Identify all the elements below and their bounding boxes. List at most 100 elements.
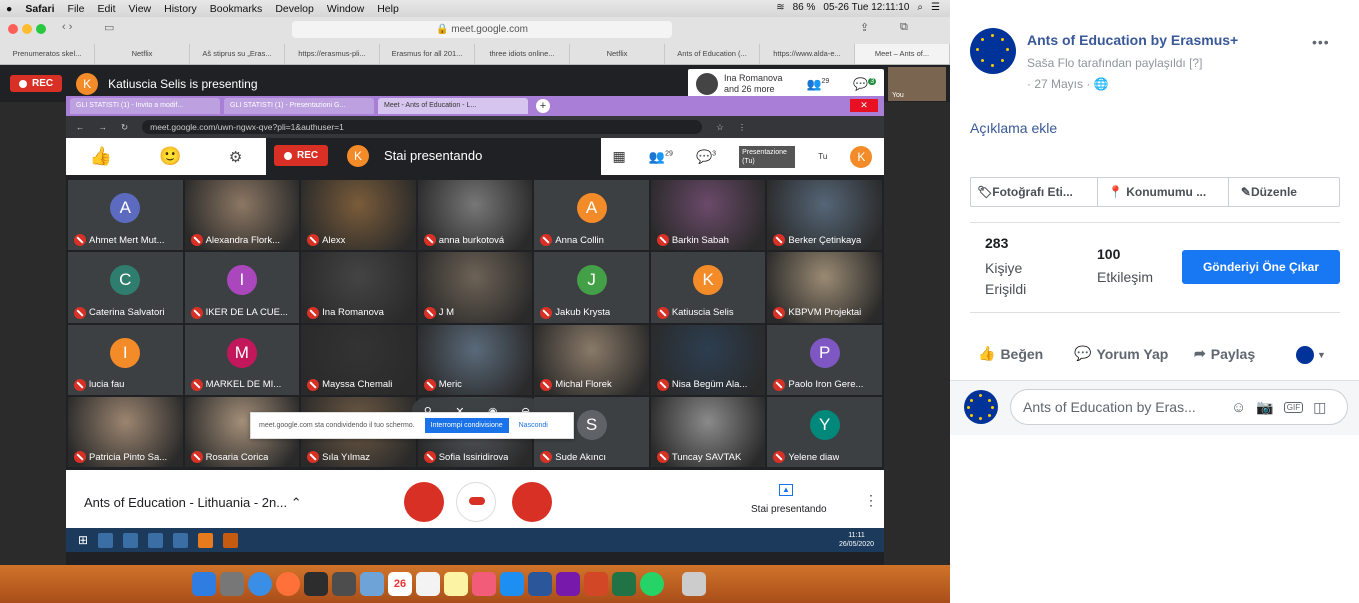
edit-button[interactable]: ✎Düzenle: [1229, 178, 1339, 206]
menu-safari[interactable]: Safari: [25, 3, 54, 15]
people-icon[interactable]: 👥29: [807, 77, 830, 91]
participant-tile[interactable]: J M: [417, 252, 533, 323]
participant-tile[interactable]: KBPVM Projektai: [767, 252, 882, 323]
explorer-icon[interactable]: [123, 532, 139, 548]
menu-window[interactable]: Window: [327, 3, 364, 15]
preview-icon[interactable]: [360, 572, 384, 596]
thumbs-up-icon[interactable]: 👍: [90, 146, 112, 167]
stop-sharing-button[interactable]: Interrompi condivisione: [424, 418, 509, 433]
participant-tile[interactable]: Patricia Pinto Sa...: [68, 396, 183, 467]
participant-tile[interactable]: Ilucia fau: [68, 324, 183, 395]
chrome-tab[interactable]: GLI STATISTI (1) - Presentazioni G...: [224, 98, 374, 114]
star-icon[interactable]: ☆: [716, 122, 724, 133]
post-as-selector[interactable]: ▼: [1296, 346, 1326, 364]
safari-tab[interactable]: Prenumeratos skel...: [0, 44, 95, 64]
edge-icon[interactable]: [98, 532, 114, 548]
participant-tile[interactable]: Meric: [417, 324, 533, 395]
participant-tile[interactable]: Ina Romanova: [301, 252, 416, 323]
windows-start-icon[interactable]: ⊞: [78, 533, 88, 547]
notes-icon[interactable]: [444, 572, 468, 596]
new-tab-icon[interactable]: +: [536, 99, 550, 113]
participant-tile[interactable]: C Caterina Salvatori: [68, 252, 183, 323]
participant-tile[interactable]: anna burkotová: [417, 180, 533, 251]
store-icon[interactable]: [148, 532, 164, 548]
extensions-icon[interactable]: ⋮: [738, 122, 747, 133]
participant-tile[interactable]: K Katiuscia Selis: [650, 252, 766, 323]
sidebar-icon[interactable]: ▭: [104, 21, 114, 34]
menu-view[interactable]: View: [129, 3, 152, 15]
participant-tile[interactable]: Berker Çetinkaya: [767, 180, 882, 251]
participant-preview[interactable]: Ina Romanova and 26 more 👥29 💬 3: [688, 69, 885, 99]
onenote-icon[interactable]: [556, 572, 580, 596]
minimize-window-button[interactable]: [22, 24, 32, 34]
tabs-overview-icon[interactable]: ⧉: [900, 21, 908, 34]
hide-notice-button[interactable]: Nascondi: [519, 422, 548, 429]
participant-tile[interactable]: A Anna Collin: [534, 180, 649, 251]
safari-tab[interactable]: Ants of Education (...: [665, 44, 760, 64]
participant-tile[interactable]: Tuncay SAVTAK: [650, 396, 766, 467]
safari-tab[interactable]: https://www.alda-e...: [760, 44, 855, 64]
menu-help[interactable]: Help: [377, 3, 399, 15]
chrome-url-field[interactable]: meet.google.com/uwn-ngwx-qve?pli=1&authu…: [142, 120, 703, 134]
emoji-icon[interactable]: ☺: [1231, 399, 1246, 416]
back-icon[interactable]: ←: [76, 122, 85, 132]
photos-icon[interactable]: [173, 532, 189, 548]
back-forward-icon[interactable]: ‹ ›: [62, 21, 72, 33]
powerpoint-icon[interactable]: [223, 532, 239, 548]
finder-icon[interactable]: [192, 572, 216, 596]
meeting-title[interactable]: Ants of Education - Lithuania - 2n... ⌃: [84, 495, 302, 511]
safari-tab[interactable]: three idiots online...: [475, 44, 570, 64]
more-icon[interactable]: •••: [1312, 34, 1330, 50]
clock-label[interactable]: 05-26 Tue 12:11:10: [823, 2, 909, 13]
apple-icon[interactable]: ●: [6, 3, 12, 15]
participant-tile[interactable]: Alexandra Flork...: [184, 180, 300, 251]
safari-tab[interactable]: Aš stiprus su „Eras...: [190, 44, 285, 64]
face-icon[interactable]: 🙂: [159, 146, 181, 167]
share-icon[interactable]: ⇪: [860, 21, 869, 34]
tag-photo-button[interactable]: 🏷Fotoğrafı Eti...: [971, 178, 1098, 206]
battery-label[interactable]: 86 %: [793, 2, 816, 13]
participant-tile[interactable]: M MARKEL DE MI...: [184, 324, 300, 395]
post-date[interactable]: · 27 Mayıs · 🌐: [1027, 77, 1109, 91]
search-icon[interactable]: ⌕: [917, 2, 923, 13]
page-name-link[interactable]: Ants of Education by Erasmus+: [1027, 32, 1238, 48]
grid-layout-icon[interactable]: ▦: [613, 148, 626, 165]
excel-icon[interactable]: [612, 572, 636, 596]
menu-edit[interactable]: Edit: [97, 3, 115, 15]
music-icon[interactable]: [472, 572, 496, 596]
system-preferences-icon[interactable]: [220, 572, 244, 596]
add-description-link[interactable]: Açıklama ekle: [970, 120, 1057, 136]
camera-icon[interactable]: 📷: [1256, 399, 1273, 416]
chat-icon[interactable]: 💬3: [696, 149, 716, 165]
gear-icon[interactable]: ⚙: [229, 148, 242, 166]
firefox-icon[interactable]: [276, 572, 300, 596]
participant-tile[interactable]: J Jakub Krysta: [534, 252, 649, 323]
menu-bookmarks[interactable]: Bookmarks: [210, 3, 263, 15]
safari-tab[interactable]: https://erasmus-pli...: [285, 44, 380, 64]
menu-file[interactable]: File: [68, 3, 85, 15]
boost-post-button[interactable]: Gönderiyi Öne Çıkar: [1182, 250, 1340, 284]
self-video-tile[interactable]: You: [888, 67, 946, 101]
safari-tab[interactable]: Erasmus for all 201...: [380, 44, 475, 64]
reload-icon[interactable]: ↻: [121, 122, 128, 133]
launchpad-icon[interactable]: [332, 572, 356, 596]
chevron-up-icon[interactable]: ⌃: [291, 495, 302, 510]
participant-tile[interactable]: Michal Florek: [534, 324, 649, 395]
safari-tab-active[interactable]: Meet – Ants of...: [855, 44, 950, 64]
keynote-icon[interactable]: [304, 572, 328, 596]
participant-tile[interactable]: Y Yelene diaw: [767, 396, 882, 467]
powerpoint-dock-icon[interactable]: [584, 572, 608, 596]
chat-icon[interactable]: 💬3: [853, 77, 877, 91]
taskbar-clock[interactable]: 11:11 26/05/2020: [839, 531, 874, 549]
present-icon[interactable]: ▲: [779, 484, 793, 496]
page-avatar[interactable]: [970, 28, 1016, 74]
participant-tile[interactable]: Mayssa Chemali: [301, 324, 416, 395]
hang-up-button[interactable]: [456, 482, 496, 522]
camera-off-button[interactable]: [512, 482, 552, 522]
participant-tile[interactable]: A Ahmet Mert Mut...: [68, 180, 183, 251]
chrome-tab-active[interactable]: Meet - Ants of Education - L...: [378, 98, 528, 114]
participant-tile[interactable]: Barkin Sabah: [650, 180, 766, 251]
sticker-icon[interactable]: ◫: [1313, 399, 1326, 416]
menu-develop[interactable]: Develop: [275, 3, 314, 15]
share-button[interactable]: ➦ Paylaş: [1194, 345, 1255, 362]
